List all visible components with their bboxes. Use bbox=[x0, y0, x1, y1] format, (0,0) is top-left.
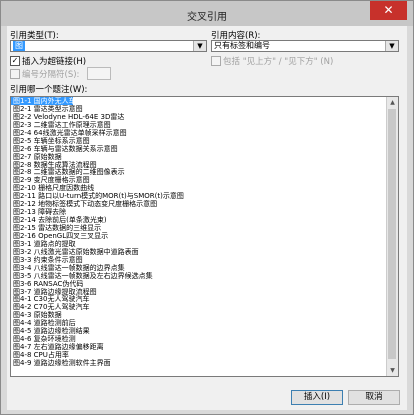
cancel-button[interactable]: 取消 bbox=[348, 390, 400, 405]
caption-list-items: 图1-1 国内外无人车测试图2-1 雷达类型示意图图2-2 Velodyne H… bbox=[11, 97, 398, 367]
list-item[interactable]: 图2-8 数据生成算法流程图 bbox=[11, 161, 398, 169]
ref-type-value: 图 bbox=[13, 41, 25, 51]
include-above-below-checkbox[interactable] bbox=[211, 56, 221, 66]
list-item[interactable]: 图2-8 二维雷达数据的二维图像表示 bbox=[11, 168, 398, 176]
scroll-thumb[interactable] bbox=[388, 109, 396, 359]
include-above-below-label: 包括 "见上方" / "见下方" (N) bbox=[223, 57, 334, 67]
list-item[interactable]: 图4-6 复杂环境检测 bbox=[11, 335, 398, 343]
list-item[interactable]: 图2-2 Velodyne HDL-64E 3D雷达 bbox=[11, 113, 398, 121]
title-bar: 交叉引用 ✕ bbox=[1, 1, 413, 26]
list-item[interactable]: 图1-1 国内外无人车测试 bbox=[11, 97, 73, 105]
list-item[interactable]: 图3-5 八线雷达一帧数据及左右边界候选点集 bbox=[11, 272, 398, 280]
list-item[interactable]: 图4-7 左右道路边缘偏移距离 bbox=[11, 343, 398, 351]
list-item[interactable]: 图2-12 地物标签模式下动态变尺度栅格示意图 bbox=[11, 200, 398, 208]
list-item[interactable]: 图2-13 障碍去除 bbox=[11, 208, 398, 216]
scroll-down-icon[interactable]: ▼ bbox=[387, 365, 398, 376]
list-item[interactable]: 图4-2 C70无人驾驶汽车 bbox=[11, 303, 398, 311]
list-item[interactable]: 图2-1 雷达类型示意图 bbox=[11, 105, 398, 113]
cross-reference-dialog: 交叉引用 ✕ 引用类型(T): 图 ▼ 引用内容(R): 只有标签和编号 ▼ ✓… bbox=[0, 0, 414, 415]
list-item[interactable]: 图4-3 原始数据 bbox=[11, 311, 398, 319]
separator-checkbox[interactable] bbox=[10, 69, 20, 79]
insert-hyperlink-label: 插入为超链接(H) bbox=[22, 57, 87, 67]
list-item[interactable]: 图3-6 RANSAC伪代码 bbox=[11, 280, 398, 288]
chevron-down-icon[interactable]: ▼ bbox=[193, 41, 206, 51]
list-item[interactable]: 图2-6 车辆与雷达数据关系示意图 bbox=[11, 145, 398, 153]
list-item[interactable]: 图3-1 道路点的提取 bbox=[11, 240, 398, 248]
chevron-down-icon[interactable]: ▼ bbox=[385, 41, 398, 51]
insert-hyperlink-checkbox[interactable]: ✓ bbox=[10, 56, 20, 66]
list-item[interactable]: 图2-10 栅格尺度因数曲线 bbox=[11, 184, 398, 192]
list-item[interactable]: 图3-2 八线激光雷达原始数据中道路表面 bbox=[11, 248, 398, 256]
caption-list-label: 引用哪一个题注(W): bbox=[10, 85, 88, 95]
list-item[interactable]: 图2-7 原始数据 bbox=[11, 153, 398, 161]
list-item[interactable]: 图2-11 路口以U-turn模式的MOR(t)与SMOR(t)示意图 bbox=[11, 192, 398, 200]
caption-list[interactable]: 图1-1 国内外无人车测试图2-1 雷达类型示意图图2-2 Velodyne H… bbox=[10, 96, 399, 377]
list-item[interactable]: 图4-4 道路检测前后 bbox=[11, 319, 398, 327]
ref-type-select[interactable]: 图 ▼ bbox=[10, 40, 207, 52]
ref-content-value: 只有标签和编号 bbox=[214, 41, 270, 50]
dialog-body: 引用类型(T): 图 ▼ 引用内容(R): 只有标签和编号 ▼ ✓ 插入为超链接… bbox=[7, 26, 407, 410]
close-button[interactable]: ✕ bbox=[370, 1, 407, 20]
list-item[interactable]: 图4-8 CPU占用率 bbox=[11, 351, 398, 359]
separator-input[interactable] bbox=[87, 67, 111, 80]
scroll-up-icon[interactable]: ▲ bbox=[387, 97, 398, 108]
list-item[interactable]: 图2-4 64线激光雷达单帧采样示意图 bbox=[11, 129, 398, 137]
insert-button[interactable]: 插入(I) bbox=[291, 390, 343, 405]
list-item[interactable]: 图4-1 C30无人驾驶汽车 bbox=[11, 295, 398, 303]
list-item[interactable]: 图2-3 二维雷达工作原理示意图 bbox=[11, 121, 398, 129]
list-item[interactable]: 图3-3 约束条件示意图 bbox=[11, 256, 398, 264]
list-item[interactable]: 图3-4 八线雷达一帧数据的边界点集 bbox=[11, 264, 398, 272]
list-item[interactable]: 图4-5 道路边缘检测结果 bbox=[11, 327, 398, 335]
list-item[interactable]: 图2-5 车辆坐标系示意图 bbox=[11, 137, 398, 145]
list-item[interactable]: 图3-7 道路边缘提取流程图 bbox=[11, 288, 398, 296]
list-item[interactable]: 图2-14 去除前后(单条激光束) bbox=[11, 216, 398, 224]
list-item[interactable]: 图2-16 OpenGL四叉三叉显示 bbox=[11, 232, 398, 240]
list-item[interactable]: 图4-9 道路边缘检测软件主界面 bbox=[11, 359, 398, 367]
separator-label: 编号分隔符(S): bbox=[22, 70, 80, 80]
list-item[interactable]: 图2-15 雷达数据的三维显示 bbox=[11, 224, 398, 232]
scrollbar[interactable]: ▲ ▼ bbox=[386, 97, 398, 376]
ref-content-select[interactable]: 只有标签和编号 ▼ bbox=[211, 40, 399, 52]
dialog-title: 交叉引用 bbox=[187, 12, 227, 23]
list-item[interactable]: 图2-9 变尺度栅格示意图 bbox=[11, 176, 398, 184]
